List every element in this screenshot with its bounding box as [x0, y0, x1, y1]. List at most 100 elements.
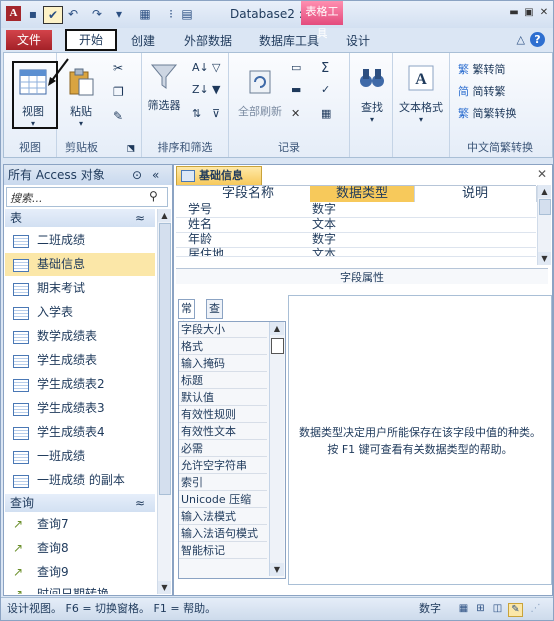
collapse-ribbon-icon[interactable]: △ — [517, 33, 525, 46]
close-document-icon[interactable]: ✕ — [537, 167, 547, 181]
undo-icon[interactable]: ↶ — [65, 6, 81, 22]
props-scrollbar[interactable]: ▲ ▼ — [269, 322, 284, 576]
save-icon[interactable]: ▪ — [25, 6, 41, 22]
resize-grip-icon[interactable]: ⋰ — [529, 603, 542, 615]
help-icon[interactable]: ? — [530, 32, 545, 47]
cut-icon[interactable]: ✂ — [113, 61, 129, 75]
text-format-dropdown-icon[interactable]: ▾ — [395, 115, 447, 124]
nav-search-input[interactable]: 搜索... — [10, 190, 43, 206]
doc-tab-basic-info[interactable]: 基础信息 — [176, 166, 262, 186]
copy-icon[interactable]: ❐ — [113, 85, 129, 99]
nav-query-item[interactable]: ↗ 查询9 — [5, 561, 155, 584]
scroll-down-icon[interactable]: ▼ — [158, 581, 171, 594]
prop-row[interactable]: 索引 — [179, 475, 267, 491]
more-records-icon[interactable]: ▦ — [321, 107, 337, 121]
refresh-all-button[interactable]: 全部刷新 — [233, 67, 287, 119]
tab-database-tools[interactable]: 数据库工具 — [251, 31, 327, 51]
trad-to-simp-button[interactable]: 繁 繁转简 — [458, 61, 506, 77]
tab-general[interactable]: 常规 — [178, 299, 195, 333]
table-row[interactable]: 学号 数字 — [176, 202, 536, 218]
filter-button[interactable]: 筛选器 — [146, 61, 182, 113]
nav-table-item[interactable]: 一班成绩 — [5, 445, 155, 468]
scroll-up-icon[interactable]: ▲ — [270, 322, 284, 335]
search-icon[interactable]: ⚲ — [149, 189, 158, 203]
prop-row[interactable]: 允许空字符串 — [179, 458, 267, 474]
tab-design[interactable]: 设计 — [335, 31, 381, 51]
totals-icon[interactable]: Σ — [321, 61, 337, 76]
tab-create[interactable]: 创建 — [121, 31, 165, 51]
prop-row[interactable]: 智能标记 — [179, 543, 267, 559]
minimize-icon[interactable]: ▬ — [507, 6, 521, 20]
field-name-cell[interactable]: 居住地 — [188, 247, 224, 256]
section-collapse-icon[interactable]: ≈ — [135, 209, 145, 227]
delete-record-icon[interactable]: ✕ — [291, 107, 307, 121]
scroll-up-icon[interactable]: ▲ — [538, 185, 551, 198]
scroll-up-icon[interactable]: ▲ — [158, 209, 171, 222]
prop-row[interactable]: 必需 — [179, 441, 267, 457]
prop-row[interactable]: Unicode 压缩 — [179, 492, 267, 508]
tab-external-data[interactable]: 外部数据 — [173, 31, 243, 51]
new-record-icon[interactable]: ▭ — [291, 61, 307, 75]
nav-table-item[interactable]: 学生成绩表4 — [5, 421, 155, 444]
find-button[interactable]: 查找 ▾ — [354, 63, 390, 124]
grid-scroll-thumb[interactable] — [539, 199, 551, 215]
field-name-cell[interactable]: 姓名 — [188, 217, 212, 232]
prop-row[interactable]: 默认值 — [179, 390, 267, 406]
nav-table-item[interactable]: 二班成绩 — [5, 229, 155, 252]
nav-section-queries[interactable]: 查询 ≈ — [5, 494, 155, 512]
nav-table-item[interactable]: 数学成绩表 — [5, 325, 155, 348]
col-header-field-name[interactable]: 字段名称 — [186, 186, 311, 202]
prop-row[interactable]: 字段大小 — [179, 322, 267, 338]
sort-descending-icon[interactable]: Z↓ — [192, 83, 209, 97]
find-dropdown-icon[interactable]: ▾ — [354, 115, 390, 124]
nav-table-item[interactable]: 学生成绩表3 — [5, 397, 155, 420]
tab-file[interactable]: 文件 — [6, 30, 52, 50]
advanced-filter-icon[interactable]: ▼ — [212, 83, 228, 97]
nav-section-tables[interactable]: 表 ≈ — [5, 209, 155, 227]
nav-table-item-selected[interactable]: 基础信息 — [5, 253, 155, 276]
close-icon[interactable]: ✕ — [537, 6, 551, 20]
prop-row[interactable]: 有效性文本 — [179, 424, 267, 440]
clear-sort-icon[interactable]: ⇅ — [192, 107, 208, 121]
tab-home[interactable]: 开始 — [65, 29, 117, 51]
nav-table-item[interactable]: 学生成绩表2 — [5, 373, 155, 396]
selection-filter-icon[interactable]: ▽ — [212, 61, 228, 75]
simp-trad-convert-button[interactable]: 繁 简繁转换 — [458, 105, 517, 121]
props-scroll-thumb[interactable] — [271, 338, 284, 354]
access-app-icon[interactable]: A — [6, 6, 21, 21]
customize-icon[interactable]: ▤ — [179, 6, 195, 22]
tab-lookup[interactable]: 查阅 — [206, 299, 223, 333]
nav-search-box[interactable]: 搜索... ⚲ — [6, 187, 168, 207]
paste-dropdown-icon[interactable]: ▾ — [63, 119, 99, 128]
maximize-icon[interactable]: ▣ — [522, 6, 536, 20]
pivot-table-status-icon[interactable]: ⊞ — [474, 603, 487, 615]
nav-header-dropdown-icon[interactable]: ⊙ — [132, 165, 142, 185]
nav-query-item[interactable]: ↗ 时间日期转换 — [5, 583, 155, 594]
prop-row[interactable]: 有效性规则 — [179, 407, 267, 423]
toggle-filter-icon[interactable]: ⊽ — [212, 107, 228, 121]
clipboard-launcher-icon[interactable]: ⬔ — [126, 144, 135, 154]
grid-scrollbar[interactable]: ▲ ▼ — [537, 185, 551, 265]
redo-icon[interactable]: ↷ — [89, 6, 105, 22]
datasheet-view-status-icon[interactable]: ▦ — [457, 603, 470, 615]
scroll-down-icon[interactable]: ▼ — [538, 252, 551, 265]
nav-scroll-thumb[interactable] — [159, 223, 171, 495]
sort-ascending-icon[interactable]: A↓ — [192, 61, 209, 75]
checkmark-quick-icon[interactable]: ✔ — [43, 6, 63, 24]
nav-header[interactable]: 所有 Access 对象 ⊙ « — [4, 165, 172, 185]
format-painter-icon[interactable]: ✎ — [113, 109, 129, 123]
qa-dropdown-icon[interactable]: ▾ — [111, 6, 127, 22]
section-collapse-icon[interactable]: ≈ — [135, 494, 145, 512]
prop-row[interactable]: 输入法语句模式 — [179, 526, 267, 542]
data-type-cell[interactable]: 数字 — [312, 232, 336, 247]
prop-row[interactable]: 格式 — [179, 339, 267, 355]
nav-collapse-icon[interactable]: « — [152, 165, 159, 185]
data-type-cell[interactable]: 文本 — [312, 217, 336, 232]
design-view-status-icon[interactable]: ✎ — [508, 603, 523, 617]
paste-button[interactable]: 粘贴 ▾ — [63, 67, 99, 128]
nav-scrollbar[interactable]: ▲ ▼ — [157, 209, 171, 594]
table-row[interactable]: 年龄 数字 — [176, 232, 536, 248]
datasheet-icon[interactable]: ▦ — [137, 6, 153, 22]
nav-table-item[interactable]: 学生成绩表 — [5, 349, 155, 372]
spelling-icon[interactable]: ✓ — [321, 83, 337, 97]
